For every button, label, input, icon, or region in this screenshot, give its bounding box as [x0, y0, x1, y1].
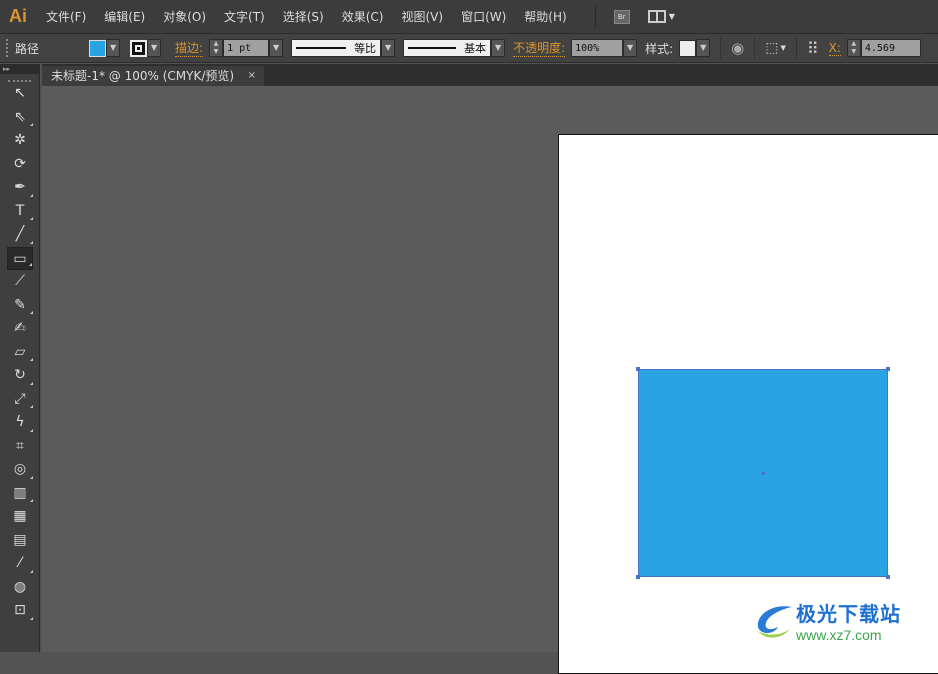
canvas[interactable] [42, 86, 938, 674]
collapse-panel-icon[interactable]: ▸▸ [0, 64, 39, 74]
anchor-point[interactable] [886, 367, 890, 371]
pencil-tool[interactable]: ✎ [7, 294, 33, 318]
document-tab[interactable]: 未标题-1* @ 100% (CMYK/预览) × [42, 66, 264, 86]
control-panel: 路径 ▼ ▼ 描边: ▲ ▼ 1 pt ▼ 等比 ▼ 基本 ▼ 不透明度: 100… [0, 33, 938, 63]
document-tab-title: 未标题-1* @ 100% (CMYK/预览) [51, 69, 235, 83]
mesh-tool[interactable]: ▦ [7, 505, 33, 529]
shape-builder-tool[interactable]: ◎ [7, 458, 33, 482]
x-input[interactable]: 4.569 [860, 39, 921, 57]
paintbrush-tool[interactable]: ⟋ [7, 270, 33, 294]
blob-brush-tool[interactable]: ✍ [7, 317, 33, 341]
menu-item[interactable]: 效果(C) [342, 8, 384, 25]
stroke-weight-stepper[interactable]: ▲ ▼ [209, 39, 224, 57]
selection-tool[interactable]: ↖ [7, 82, 33, 106]
symbol-sprayer-tool[interactable]: ⊡ [7, 599, 33, 623]
menu-item[interactable]: 文件(F) [46, 8, 86, 25]
watermark: 极光下载站 www.xz7.com [752, 598, 901, 643]
style-label: 样式: [645, 41, 674, 56]
watermark-title: 极光下载站 [796, 602, 901, 626]
menu-item[interactable]: 文字(T) [224, 8, 265, 25]
graph-tool[interactable]: ▥ [7, 482, 33, 506]
profile-dropdown[interactable]: ▼ [381, 39, 396, 57]
x-label: X: [828, 40, 841, 56]
pen-tool[interactable]: ✒ [7, 176, 33, 200]
panel-grip[interactable] [6, 39, 9, 57]
workspace-layout-icon[interactable] [647, 10, 666, 23]
brush-dropdown[interactable]: ▼ [491, 39, 506, 57]
menu-item[interactable]: 编辑(E) [104, 8, 145, 25]
rectangle-tool[interactable]: ▭ [7, 246, 33, 270]
panel-grip[interactable] [8, 74, 31, 82]
divider [754, 37, 756, 59]
isolate-object-icon[interactable]: ⬚ [765, 40, 778, 56]
center-point [762, 472, 765, 475]
menu-bar: Ai 文件(F) 编辑(E) 对象(O) 文字(T) 选择(S) 效果(C) 视图(V) 窗口… [0, 0, 938, 33]
fill-dropdown[interactable]: ▼ [106, 39, 121, 57]
anchor-point[interactable] [636, 575, 640, 579]
object-type-label: 路径 [15, 41, 40, 56]
eraser-tool[interactable]: ▱ [7, 341, 33, 365]
brush-definition[interactable]: 基本 [403, 39, 492, 57]
selected-rectangle[interactable] [636, 367, 890, 579]
stroke-label[interactable]: 描边: [175, 39, 204, 57]
opacity-input[interactable]: 100% [571, 39, 624, 57]
brush-label: 基本 [464, 42, 487, 55]
stroke-dropdown[interactable]: ▼ [147, 39, 162, 57]
x-stepper[interactable]: ▲ ▼ [846, 39, 861, 57]
anchor-point[interactable] [886, 575, 890, 579]
menu-item[interactable]: 窗口(W) [461, 8, 506, 25]
scale-tool[interactable]: ⤢ [7, 388, 33, 412]
line-segment-tool[interactable]: ╱ [7, 223, 33, 247]
variable-width-profile[interactable]: 等比 [291, 39, 382, 57]
divider [795, 37, 797, 59]
stroke-weight-input[interactable]: 1 pt [223, 39, 270, 57]
magic-wand-tool[interactable]: ✲ [7, 129, 33, 153]
app-logo: Ai [9, 6, 27, 26]
chevron-down-icon[interactable]: ▼ [669, 12, 675, 21]
blend-tool[interactable]: ◍ [7, 576, 33, 600]
recolor-artwork-icon[interactable]: ◉ [731, 39, 744, 57]
free-transform-tool[interactable]: ⌗ [7, 435, 33, 459]
stroke-swatch[interactable] [130, 39, 148, 57]
style-dropdown[interactable]: ▼ [696, 39, 711, 57]
bridge-button[interactable]: Br [613, 9, 630, 24]
gradient-tool[interactable]: ▤ [7, 529, 33, 553]
warp-tool[interactable]: ϟ [7, 411, 33, 435]
close-icon[interactable]: × [248, 66, 256, 86]
type-tool[interactable]: T [7, 200, 33, 224]
stroke-weight-dropdown[interactable]: ▼ [269, 39, 284, 57]
lasso-tool[interactable]: ⟳ [7, 153, 33, 177]
watermark-logo-icon [757, 605, 792, 638]
menu-item[interactable]: 选择(S) [283, 8, 324, 25]
document-tab-bar: 未标题-1* @ 100% (CMYK/预览) × [42, 64, 938, 86]
divider [720, 37, 722, 59]
reference-point-icon[interactable]: ⠿ [807, 39, 819, 58]
profile-label: 等比 [354, 42, 377, 55]
menu: 文件(F) 编辑(E) 对象(O) 文字(T) 选择(S) 效果(C) 视图(V) 窗口(W)… [46, 8, 585, 25]
chevron-down-icon[interactable]: ▼ [780, 44, 785, 52]
rotate-tool[interactable]: ↻ [7, 364, 33, 388]
menu-item[interactable]: 视图(V) [401, 8, 443, 25]
anchor-point[interactable] [636, 367, 640, 371]
direct-selection-tool[interactable]: ⇖ [7, 106, 33, 130]
watermark-url: www.xz7.com [796, 627, 882, 643]
opacity-label[interactable]: 不透明度: [513, 39, 566, 57]
opacity-dropdown[interactable]: ▼ [623, 39, 638, 57]
fill-swatch[interactable] [89, 39, 107, 57]
artboard[interactable] [558, 134, 938, 674]
eyedropper-tool[interactable]: ⁄ [7, 552, 33, 576]
divider [594, 5, 596, 28]
tools-panel: ▸▸ ↖ ⇖ ✲ ⟳ ✒ T ╱ ▭ ⟋ ✎ ✍ ▱ ↻ ⤢ ϟ ⌗ ◎ ▥ ▦ ▤ ⁄ ◍ ⊡ [0, 64, 40, 652]
menu-item[interactable]: 帮助(H) [524, 8, 566, 25]
graphic-style-swatch[interactable] [679, 39, 697, 57]
menu-item[interactable]: 对象(O) [163, 8, 206, 25]
